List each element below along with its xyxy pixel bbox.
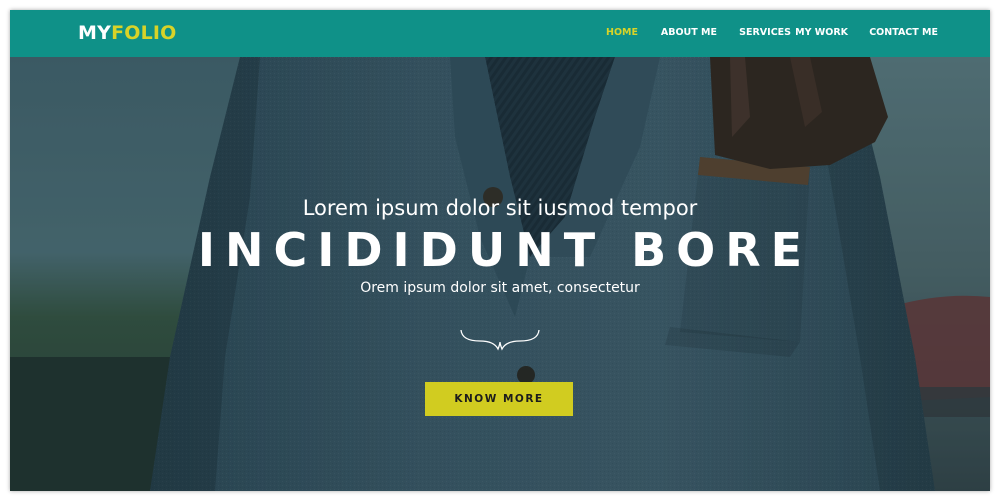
nav-item-about-me[interactable]: ABOUT ME [661, 26, 717, 40]
hero-section: Lorem ipsum dolor sit iusmod tempor INCI… [10, 57, 990, 491]
curly-brace-divider-icon [460, 329, 540, 351]
nav-item-contact-me[interactable]: CONTACT ME [869, 26, 938, 40]
hero-subline: Orem ipsum dolor sit amet, consectetur [360, 280, 640, 296]
hero-headline: INCIDIDUNT BORE [197, 223, 813, 277]
logo-part-folio: FOLIO [111, 22, 177, 44]
hero-kicker: Lorem ipsum dolor sit iusmod tempor [302, 196, 698, 220]
logo-part-my: MY [78, 22, 112, 44]
logo[interactable]: MYFOLIO [78, 20, 177, 46]
nav-item-services[interactable]: SERVICES [739, 26, 791, 40]
page-frame: MYFOLIO HOME ABOUT ME SERVICES MY WORK C… [10, 10, 990, 491]
navbar: MYFOLIO HOME ABOUT ME SERVICES MY WORK C… [10, 10, 990, 57]
nav-item-my-work[interactable]: MY WORK [795, 26, 848, 40]
know-more-button[interactable]: KNOW MORE [425, 382, 573, 416]
nav-item-home[interactable]: HOME [606, 26, 638, 40]
